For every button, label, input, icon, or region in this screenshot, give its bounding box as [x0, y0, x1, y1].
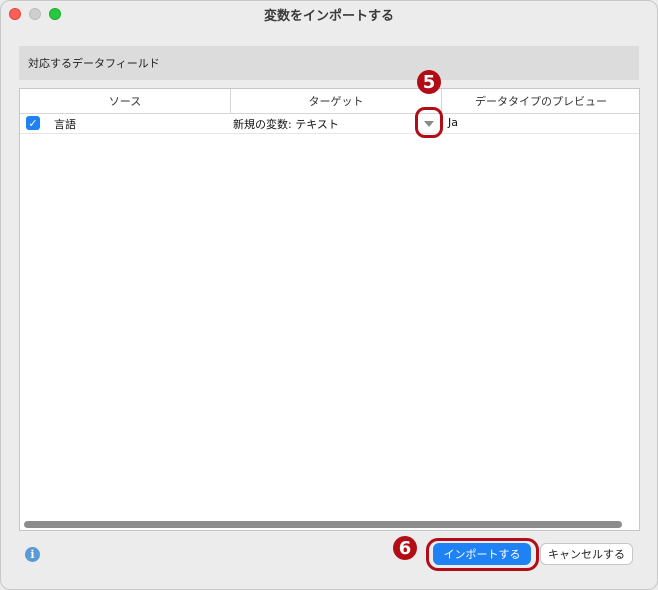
info-icon[interactable]: i: [25, 547, 40, 562]
title-bar: 変数をインポートする: [1, 1, 657, 27]
section-title: 対応するデータフィールド: [28, 57, 160, 70]
window-controls: [9, 8, 61, 20]
mapping-table: ソース ターゲット データタイプのプレビュー ✓ 言語 新規の変数: テキスト …: [19, 88, 640, 531]
import-variables-dialog: 変数をインポートする 対応するデータフィールド ソース ターゲット データタイプ…: [0, 0, 658, 590]
step-6-badge: 6: [393, 536, 417, 560]
column-header-target[interactable]: ターゲット: [231, 89, 442, 113]
table-header: ソース ターゲット データタイプのプレビュー: [20, 89, 639, 114]
step-5-badge: 5: [417, 70, 441, 94]
step-5-highlight: [415, 107, 443, 138]
section-header: 対応するデータフィールド: [19, 46, 639, 80]
horizontal-scrollbar[interactable]: [24, 521, 622, 528]
window-title: 変数をインポートする: [263, 8, 394, 24]
source-cell: 言語: [54, 118, 76, 131]
cancel-button[interactable]: キャンセルする: [540, 543, 633, 565]
include-checkbox[interactable]: ✓: [26, 116, 40, 130]
preview-cell: Ja: [448, 116, 458, 129]
minimize-window-button[interactable]: [29, 8, 41, 20]
import-button[interactable]: インポートする: [433, 543, 531, 565]
checkmark-icon: ✓: [28, 116, 38, 130]
close-window-button[interactable]: [9, 8, 21, 20]
table-row[interactable]: ✓ 言語 新規の変数: テキスト Ja: [20, 113, 639, 134]
target-cell[interactable]: 新規の変数: テキスト: [233, 116, 339, 132]
zoom-window-button[interactable]: [49, 8, 61, 20]
column-header-source[interactable]: ソース: [20, 89, 231, 113]
column-header-preview[interactable]: データタイプのプレビュー: [442, 89, 640, 113]
